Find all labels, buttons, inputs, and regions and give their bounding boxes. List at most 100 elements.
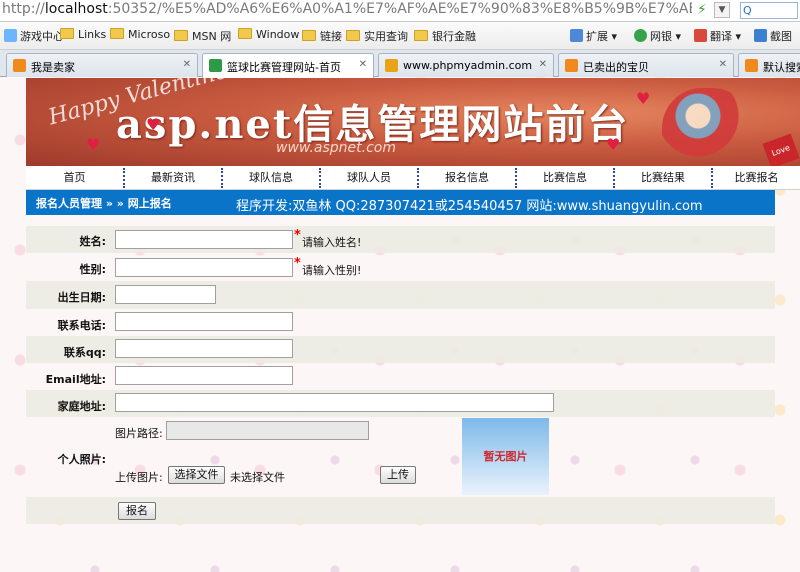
heart-icon: ♥ <box>86 135 101 154</box>
tool-extension[interactable]: 扩展 ▾ <box>570 28 617 44</box>
upload-label: 上传图片: <box>115 471 163 484</box>
tool-bank[interactable]: 网银 ▾ <box>634 28 681 44</box>
form-row-submit: 报名 <box>26 497 775 524</box>
bookmarks-bar: 游戏中心 Links Microso MSN 网 Window 链接 实用查询 … <box>0 22 800 50</box>
close-icon[interactable]: ✕ <box>359 59 367 70</box>
required-mark: * <box>294 228 301 243</box>
name-label: 姓名: <box>79 235 106 248</box>
folder-icon <box>110 28 124 39</box>
bookmark-windows[interactable]: Window <box>238 28 299 44</box>
qq-label: 联系qq: <box>63 346 106 359</box>
tool-screenshot[interactable]: 截图 <box>754 28 792 44</box>
email-input[interactable] <box>115 366 293 385</box>
photo-placeholder: 暂无图片 <box>462 418 549 495</box>
folder-icon <box>60 28 74 39</box>
folder-icon <box>346 30 360 41</box>
game-icon <box>4 29 17 42</box>
tab-strip: 我是卖家 ✕ 篮球比赛管理网站-首页 ✕ www.phpmyadmin.com ✕ 已… <box>0 50 800 78</box>
lightning-icon[interactable]: ⚡ <box>697 2 711 18</box>
nav-home[interactable]: 首页 <box>26 166 123 190</box>
address-label: 家庭地址: <box>57 400 106 413</box>
bookmark-msn[interactable]: MSN 网 <box>174 28 231 44</box>
address-input[interactable] <box>115 393 554 412</box>
couple-illustration <box>662 88 752 158</box>
nav-members[interactable]: 球队人员 <box>321 166 417 190</box>
form-row-email: Email地址: <box>26 363 775 390</box>
tab-sold[interactable]: 已卖出的宝贝 ✕ <box>558 53 734 77</box>
photo-label: 个人照片: <box>57 453 106 466</box>
search-box[interactable]: Q <box>740 2 798 19</box>
tab-phpmyadmin[interactable]: www.phpmyadmin.com ✕ <box>378 53 554 77</box>
folder-icon <box>238 28 252 39</box>
qq-input[interactable] <box>115 339 293 358</box>
photo-path-input[interactable] <box>166 421 369 440</box>
taobao-icon <box>565 59 578 72</box>
url-text[interactable]: http://localhost:50352/%E5%AD%A6%E6%A0%A… <box>2 1 692 17</box>
form-row-qq: 联系qq: <box>26 336 775 363</box>
love-tag: Love <box>762 133 800 166</box>
breadcrumb: 报名人员管理 » » 网上报名 <box>36 197 172 210</box>
upload-button[interactable]: 上传 <box>380 466 416 484</box>
page-icon <box>209 59 222 72</box>
form-row-name: 姓名: * 请输入姓名! <box>26 226 775 253</box>
required-mark: * <box>294 256 301 271</box>
url-dropdown-icon[interactable]: ▼ <box>714 2 730 18</box>
extension-icon <box>570 29 583 42</box>
developer-info: 程序开发:双鱼林 QQ:287307421或254540457 网站:www.s… <box>236 199 703 214</box>
nav-matches[interactable]: 比赛信息 <box>517 166 613 190</box>
close-icon[interactable]: ✕ <box>719 59 727 70</box>
birthdate-label: 出生日期: <box>57 291 106 304</box>
bank-icon <box>634 29 647 42</box>
name-input[interactable] <box>115 230 293 249</box>
nav-signups[interactable]: 报名信息 <box>419 166 515 190</box>
banner-subtitle: www.aspnet.com <box>276 140 396 156</box>
tab-seller[interactable]: 我是卖家 ✕ <box>6 53 198 77</box>
close-icon[interactable]: ✕ <box>183 59 191 70</box>
nav-teams[interactable]: 球队信息 <box>223 166 319 190</box>
folder-icon <box>174 30 188 41</box>
nav-register[interactable]: 比赛报名 <box>713 166 800 190</box>
taobao-icon <box>745 59 758 72</box>
tool-translate[interactable]: 翻译 ▾ <box>694 28 741 44</box>
gender-input[interactable] <box>115 258 293 277</box>
breadcrumb-bar: 报名人员管理 » » 网上报名 程序开发:双鱼林 QQ:287307421或25… <box>26 190 775 215</box>
close-icon[interactable]: ✕ <box>539 59 547 70</box>
choose-file-button[interactable]: 选择文件 <box>168 466 225 484</box>
heart-icon: ♥ <box>606 135 621 154</box>
nav-news[interactable]: 最新资讯 <box>125 166 221 190</box>
email-label: Email地址: <box>45 373 106 386</box>
phone-input[interactable] <box>115 312 293 331</box>
form-row-photo: 个人照片: 图片路径: 上传图片: 选择文件 未选择文件 上传 <box>26 417 775 497</box>
search-icon: Q <box>743 4 752 17</box>
bookmark-game-center[interactable]: 游戏中心 <box>4 28 64 44</box>
bookmark-links[interactable]: Links <box>60 28 106 44</box>
form-row-gender: 性别: * 请输入性别! <box>26 253 775 281</box>
submit-button[interactable]: 报名 <box>118 502 156 520</box>
phone-label: 联系电话: <box>57 319 106 332</box>
screenshot-icon <box>754 29 767 42</box>
bookmark-microsoft[interactable]: Microso <box>110 28 170 44</box>
translate-icon <box>694 29 707 42</box>
bookmark-links-cn[interactable]: 链接 <box>302 28 342 44</box>
heart-icon: ♥ <box>636 89 651 108</box>
taobao-icon <box>13 59 26 72</box>
gender-hint: 请输入性别! <box>302 264 362 277</box>
folder-icon <box>414 30 428 41</box>
folder-icon <box>302 30 316 41</box>
address-bar[interactable]: http://localhost:50352/%E5%AD%A6%E6%A0%A… <box>0 0 800 22</box>
tab-home[interactable]: 篮球比赛管理网站-首页 ✕ <box>202 53 374 78</box>
pma-icon <box>385 59 398 72</box>
form-row-address: 家庭地址: <box>26 390 775 417</box>
nav-results[interactable]: 比赛结果 <box>615 166 711 190</box>
birthdate-input[interactable] <box>115 285 216 304</box>
form-row-phone: 联系电话: <box>26 309 775 336</box>
bookmark-utility[interactable]: 实用查询 <box>346 28 408 44</box>
main-nav: 首页 最新资讯 球队信息 球队人员 报名信息 比赛信息 比赛结果 比赛报名 <box>26 166 800 190</box>
heart-icon: ♥ <box>146 115 161 134</box>
form-row-birthdate: 出生日期: <box>26 281 775 309</box>
bookmark-banking[interactable]: 银行金融 <box>414 28 476 44</box>
photo-path-label: 图片路径: <box>115 427 163 440</box>
no-file-text: 未选择文件 <box>230 471 285 484</box>
tab-search[interactable]: 默认搜索 <box>738 53 800 77</box>
name-hint: 请输入姓名! <box>302 236 362 249</box>
